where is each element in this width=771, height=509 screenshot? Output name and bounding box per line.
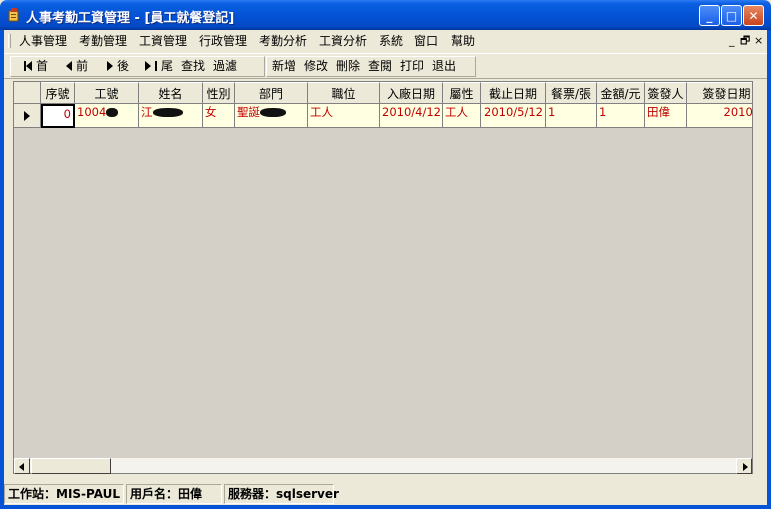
menu-personnel[interactable]: 人事管理 [19,33,67,49]
cell-emp-no[interactable]: 1004 [75,104,139,128]
menu-window[interactable]: 窗口 [414,33,438,49]
last-record-icon [145,61,151,71]
cell-name[interactable]: 江 [139,104,203,128]
column-header-tickets[interactable]: 餐票/張 [546,82,597,104]
scroll-thumb[interactable] [31,458,111,474]
column-header-end-date[interactable]: 截止日期 [481,82,546,104]
cell-join-date[interactable]: 2010/4/12 [380,104,443,128]
column-header-join-date[interactable]: 入廠日期 [380,82,443,104]
scroll-right-button[interactable] [736,458,752,474]
menu-attendance-analysis[interactable]: 考勤分析 [259,33,307,49]
mdi-close-icon[interactable]: × [754,33,763,49]
window-frame-left [0,30,4,509]
status-bar: 工作站：MIS-PAUL 用戶名：田偉 服務器：sqlserver [4,483,767,505]
horizontal-scrollbar[interactable] [14,457,752,474]
print-button[interactable]: 打印 [400,58,424,74]
title-bar[interactable]: 人事考勤工資管理 - [員工就餐登記] _ □ ✕ [0,0,771,30]
window-frame-bottom [0,505,771,509]
minimize-button[interactable]: _ [699,5,720,26]
close-icon: ✕ [748,8,759,23]
column-header-issue-date[interactable]: 簽發日期 [687,82,752,104]
status-server: 服務器：sqlserver [224,484,339,504]
next-label: 後 [117,59,130,73]
menu-admin[interactable]: 行政管理 [199,33,247,49]
previous-label: 前 [76,59,89,73]
cell-position[interactable]: 工人 [308,104,380,128]
scroll-right-icon [743,463,748,471]
find-button[interactable]: 查找 [181,58,205,74]
cell-emp-no-text: 1004 [77,105,107,119]
cell-amount[interactable]: 1 [597,104,645,128]
menu-help[interactable]: 幫助 [451,33,475,49]
previous-record-icon [66,61,72,71]
current-row-icon [24,111,30,121]
mdi-minimize-icon[interactable]: _ [729,33,735,49]
menu-attendance[interactable]: 考勤管理 [79,33,127,49]
close-button[interactable]: ✕ [743,5,764,26]
last-label: 尾 [161,59,174,73]
column-header-attribute[interactable]: 屬性 [443,82,481,104]
menu-grip [8,34,11,48]
window-frame-right [767,30,771,509]
first-button[interactable]: 首 [24,58,48,74]
exit-button[interactable]: 退出 [432,58,456,74]
cell-dept[interactable]: 聖誕 [235,104,308,128]
row-selector[interactable] [14,104,41,128]
mdi-restore-icon[interactable]: 🗗 [740,33,750,49]
filter-button[interactable]: 過濾 [213,58,237,74]
cell-issue-date[interactable]: 2010/5 [687,104,752,128]
maximize-icon: □ [725,8,738,23]
redaction-mark [152,108,183,117]
column-header-name[interactable]: 姓名 [139,82,203,104]
grid-viewport: 序號 工號 姓名 性別 部門 職位 入廠日期 屬性 截止日期 餐票/張 金額/元… [14,82,752,457]
redaction-mark [106,108,119,117]
menu-bar: 人事管理 考勤管理 工資管理 行政管理 考勤分析 工資分析 系統 窗口 幫助 _… [4,30,767,52]
cell-issuer[interactable]: 田偉 [645,104,687,128]
meal-record-grid[interactable]: 序號 工號 姓名 性別 部門 職位 入廠日期 屬性 截止日期 餐票/張 金額/元… [13,81,753,474]
column-header-position[interactable]: 職位 [308,82,380,104]
app-icon[interactable] [6,7,22,23]
previous-button[interactable]: 前 [66,58,88,74]
view-button[interactable]: 查閱 [368,58,392,74]
minimize-icon: _ [706,8,713,23]
delete-button[interactable]: 刪除 [336,58,360,74]
cell-end-date[interactable]: 2010/5/12 [481,104,546,128]
cell-attribute[interactable]: 工人 [443,104,481,128]
grid-corner [14,82,41,104]
toolbar: 首 前 後 尾 查找 過濾 新增 修改 刪除 查閱 打印 退出 [4,53,767,79]
cell-dept-text: 聖誕 [237,105,260,119]
menu-payroll[interactable]: 工資管理 [139,33,187,49]
status-user: 用戶名：田偉 [126,484,222,504]
maximize-button[interactable]: □ [721,5,742,26]
scroll-left-button[interactable] [14,458,30,474]
menu-payroll-analysis[interactable]: 工資分析 [319,33,367,49]
status-workstation: 工作站：MIS-PAUL [4,484,124,504]
redaction-mark [260,108,286,117]
next-record-icon [107,61,113,71]
column-header-seq[interactable]: 序號 [41,82,75,104]
first-label: 首 [36,59,49,73]
column-header-amount[interactable]: 金額/元 [597,82,645,104]
last-button[interactable]: 尾 [145,58,173,74]
cell-tickets[interactable]: 1 [546,104,597,128]
window-title: 人事考勤工資管理 - [員工就餐登記] [26,11,235,26]
scroll-left-icon [19,463,24,471]
menu-system[interactable]: 系統 [379,33,403,49]
edit-button[interactable]: 修改 [304,58,328,74]
cell-gender[interactable]: 女 [203,104,235,128]
add-button[interactable]: 新增 [272,58,296,74]
next-button[interactable]: 後 [107,58,129,74]
column-header-emp-no[interactable]: 工號 [75,82,139,104]
cell-name-text: 江 [141,105,153,119]
column-header-gender[interactable]: 性別 [203,82,235,104]
column-header-issuer[interactable]: 簽發人 [645,82,687,104]
cell-seq[interactable]: 0 [41,104,75,128]
column-header-dept[interactable]: 部門 [235,82,308,104]
